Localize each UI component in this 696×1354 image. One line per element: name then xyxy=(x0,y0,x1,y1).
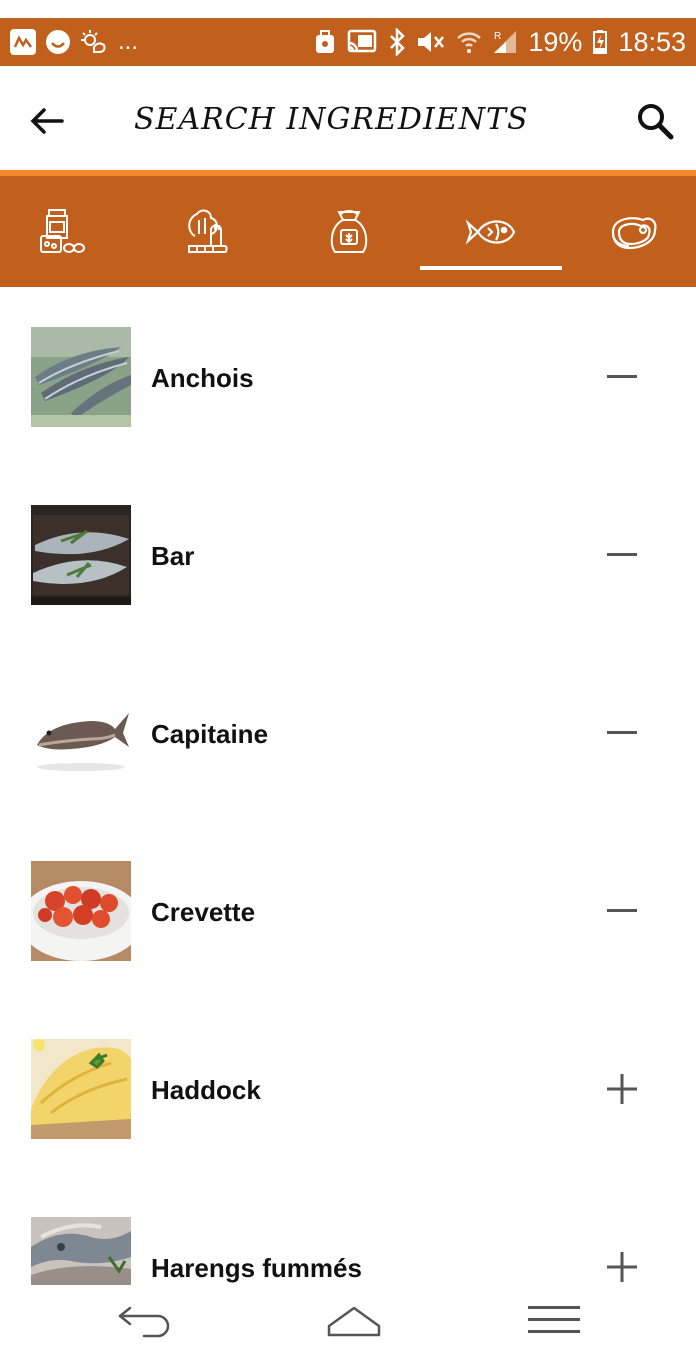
grain-sack-icon xyxy=(330,209,368,253)
mute-icon xyxy=(418,32,445,52)
signal-icon: R xyxy=(494,31,517,53)
notification-emoji-icon xyxy=(46,30,70,54)
nav-home-button[interactable] xyxy=(314,1295,394,1345)
item-name: Anchois xyxy=(151,363,254,393)
vegetables-icon xyxy=(188,209,228,253)
steak-icon xyxy=(611,216,657,249)
search-icon xyxy=(638,104,674,140)
home-icon xyxy=(327,1306,381,1337)
notification-app-icon xyxy=(10,29,36,55)
tab-vegetables[interactable] xyxy=(136,176,278,287)
remove-button[interactable] xyxy=(600,355,644,399)
item-thumbnail xyxy=(31,683,131,783)
item-thumbnail xyxy=(31,1217,131,1285)
list-item[interactable]: Crevette xyxy=(0,821,696,999)
list-item[interactable]: Anchois xyxy=(0,287,696,465)
minus-icon xyxy=(607,909,637,912)
minus-icon xyxy=(607,375,637,378)
nav-menu-button[interactable] xyxy=(514,1295,594,1345)
ingredient-list: Anchois Bar Capitaine Crevette Haddock H… xyxy=(0,287,696,1285)
app-bar: SEARCH INGREDIENTS xyxy=(0,66,696,170)
list-item[interactable]: Bar xyxy=(0,465,696,643)
nav-back-button[interactable] xyxy=(106,1295,186,1345)
minus-icon xyxy=(607,553,637,556)
back-icon xyxy=(118,1306,170,1338)
app-root: ... R 19% 18:53 SEARCH INGREDIENTS Ancho… xyxy=(0,0,696,1354)
tab-grains[interactable] xyxy=(278,176,420,287)
item-name: Harengs fummés xyxy=(151,1253,362,1283)
minus-icon xyxy=(607,731,637,734)
bluetooth-icon xyxy=(390,28,406,56)
pantry-jar-icon xyxy=(40,208,85,253)
alarm-lock-icon xyxy=(316,30,335,53)
search-button[interactable] xyxy=(632,98,678,144)
svg-text:R: R xyxy=(494,31,501,42)
notification-overflow: ... xyxy=(118,28,139,55)
item-name: Capitaine xyxy=(151,719,269,749)
wifi-icon xyxy=(457,32,482,53)
notification-weather-icon xyxy=(81,30,106,53)
list-item[interactable]: Harengs fummés xyxy=(0,1177,696,1285)
item-thumbnail xyxy=(31,861,131,961)
clock: 18:53 xyxy=(618,26,686,57)
item-thumbnail xyxy=(31,327,131,427)
status-left: ... xyxy=(10,28,314,56)
menu-icon xyxy=(528,1306,580,1333)
arrow-left-icon xyxy=(30,108,64,134)
status-bar: ... R 19% 18:53 xyxy=(0,18,696,66)
tab-meat[interactable] xyxy=(562,176,696,287)
remove-button[interactable] xyxy=(600,889,644,933)
list-item[interactable]: Capitaine xyxy=(0,643,696,821)
list-item[interactable]: Haddock xyxy=(0,999,696,1177)
item-name: Haddock xyxy=(151,1075,261,1105)
page-title: SEARCH INGREDIENTS xyxy=(134,102,529,137)
item-name: Crevette xyxy=(151,897,256,927)
item-thumbnail xyxy=(31,1039,131,1139)
remove-button[interactable] xyxy=(600,533,644,577)
cast-icon xyxy=(348,29,377,53)
plus-icon xyxy=(607,1252,637,1282)
back-button[interactable] xyxy=(24,98,70,144)
system-nav-bar xyxy=(0,1285,696,1354)
item-thumbnail xyxy=(31,505,131,605)
plus-icon xyxy=(607,1074,637,1104)
fish-icon xyxy=(465,218,516,245)
tab-selected-indicator xyxy=(420,266,562,270)
category-tabs xyxy=(0,176,696,287)
tab-fish[interactable] xyxy=(420,176,562,287)
battery-percent: 19% xyxy=(528,26,583,57)
remove-button[interactable] xyxy=(600,711,644,755)
tab-pantry[interactable] xyxy=(0,176,134,287)
add-button[interactable] xyxy=(600,1245,644,1285)
status-right: R 19% 18:53 xyxy=(314,27,686,58)
add-button[interactable] xyxy=(600,1067,644,1111)
item-name: Bar xyxy=(151,541,195,571)
battery-charging-icon xyxy=(593,30,608,54)
